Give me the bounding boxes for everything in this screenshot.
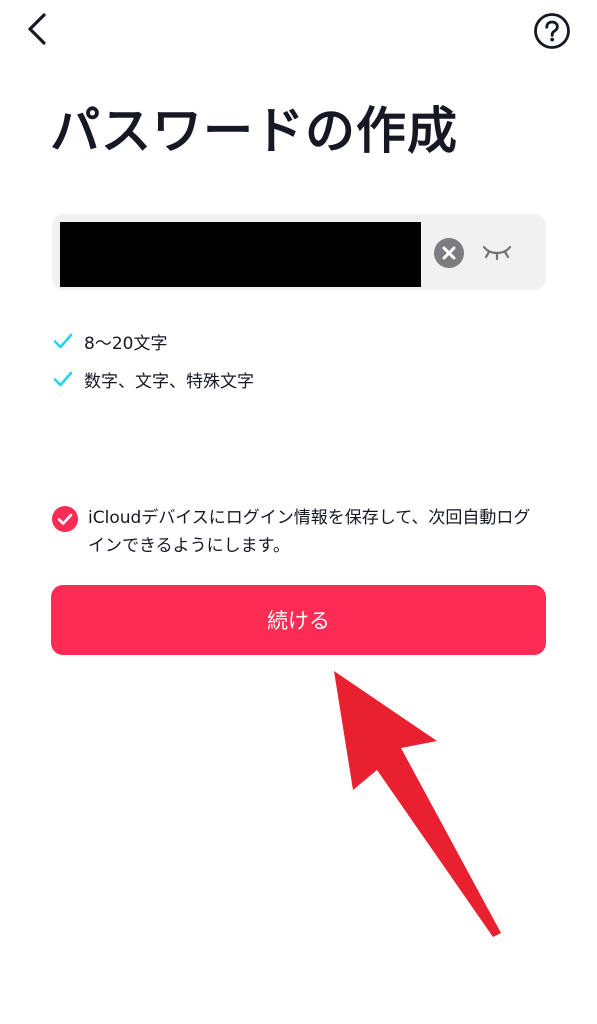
eye-closed-icon [482, 245, 512, 261]
toggle-password-visibility-button[interactable] [480, 238, 514, 266]
password-rule-characters: 数字、文字、特殊文字 [52, 365, 254, 393]
rule-label: 8〜20文字 [84, 333, 168, 354]
save-login-option: iCloudデバイスにログイン情報を保存して、次回自動ログインできるようにします… [50, 504, 546, 560]
create-password-screen: パスワードの作成 8〜20文字 数字、文字、特殊文字 iCloudデバイスにログ… [0, 0, 597, 1024]
continue-button[interactable]: 続ける [51, 585, 546, 655]
question-circle-icon [534, 13, 570, 49]
clear-password-button[interactable] [433, 237, 465, 269]
save-login-checkbox[interactable] [52, 506, 78, 532]
password-field [52, 214, 546, 290]
password-input[interactable] [60, 222, 421, 287]
check-icon [53, 371, 73, 387]
checkmark-icon [57, 513, 73, 525]
clear-x-circle-icon [434, 238, 464, 268]
rule-label: 数字、文字、特殊文字 [84, 371, 254, 392]
back-button[interactable] [18, 10, 58, 50]
help-button[interactable] [533, 12, 571, 50]
password-rule-length: 8〜20文字 [52, 327, 167, 355]
check-icon [53, 333, 73, 349]
page-title: パスワードの作成 [50, 102, 458, 160]
chevron-left-icon [28, 13, 46, 45]
save-login-text: iCloudデバイスにログイン情報を保存して、次回自動ログインできるようにします… [88, 508, 531, 556]
